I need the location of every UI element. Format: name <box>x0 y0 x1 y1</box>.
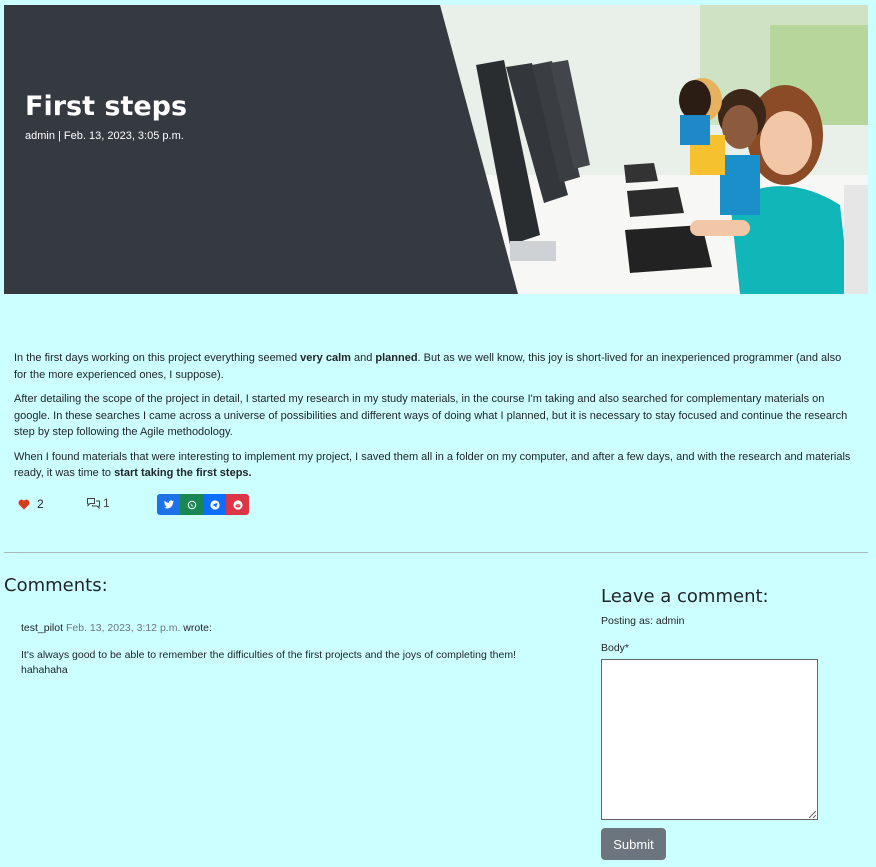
post-content: In the first days working on this projec… <box>14 350 854 490</box>
comment-author: test_pilot <box>21 622 64 634</box>
share-reddit-button[interactable] <box>226 494 249 515</box>
comments-count: 1 <box>103 496 110 510</box>
comments-counter: 1 <box>86 496 110 510</box>
post-meta: admin | Feb. 13, 2023, 3:05 p.m. <box>25 130 184 142</box>
comment-item: test_pilot Feb. 13, 2023, 3:12 p.m. wrot… <box>21 621 561 678</box>
comment-header: test_pilot Feb. 13, 2023, 3:12 p.m. wrot… <box>21 621 561 636</box>
share-buttons <box>157 494 249 515</box>
body-field-label: Body* <box>601 642 630 654</box>
paragraph: When I found materials that were interes… <box>14 450 851 480</box>
share-twitter-button[interactable] <box>157 494 180 515</box>
posting-as-label: Posting as: admin <box>601 615 685 627</box>
paragraph: In the first days working on this projec… <box>14 352 842 381</box>
share-telegram-button[interactable] <box>203 494 226 515</box>
twitter-icon <box>163 500 174 509</box>
whatsapp-icon <box>187 500 196 509</box>
likes-count: 2 <box>37 497 44 511</box>
comment-date: Feb. 13, 2023, 3:12 p.m. <box>65 622 181 634</box>
header-dark-panel <box>4 5 518 294</box>
comments-heading: Comments: <box>4 575 108 596</box>
share-whatsapp-button[interactable] <box>180 494 203 515</box>
comment-body-textarea[interactable] <box>601 659 818 820</box>
resize-handle-icon[interactable] <box>808 810 816 818</box>
reddit-icon <box>232 499 243 510</box>
paragraph: After detailing the scope of the project… <box>14 393 848 438</box>
submit-button[interactable]: Submit <box>601 828 666 860</box>
comment-form: Leave a comment: Posting as: admin Body*… <box>601 586 841 860</box>
heart-icon <box>18 499 30 509</box>
chat-bubbles-icon <box>87 498 100 509</box>
post-actions: 2 1 <box>14 494 314 516</box>
comment-wrote-label: wrote: <box>183 622 212 634</box>
comment-form-heading: Leave a comment: <box>601 586 769 607</box>
post-header: First steps admin | Feb. 13, 2023, 3:05 … <box>4 5 868 294</box>
section-divider <box>4 552 868 553</box>
post-title: First steps <box>25 91 188 122</box>
telegram-icon <box>209 499 220 510</box>
like-button[interactable]: 2 <box>18 497 44 511</box>
comment-body: It's always good to be able to remember … <box>21 649 516 676</box>
